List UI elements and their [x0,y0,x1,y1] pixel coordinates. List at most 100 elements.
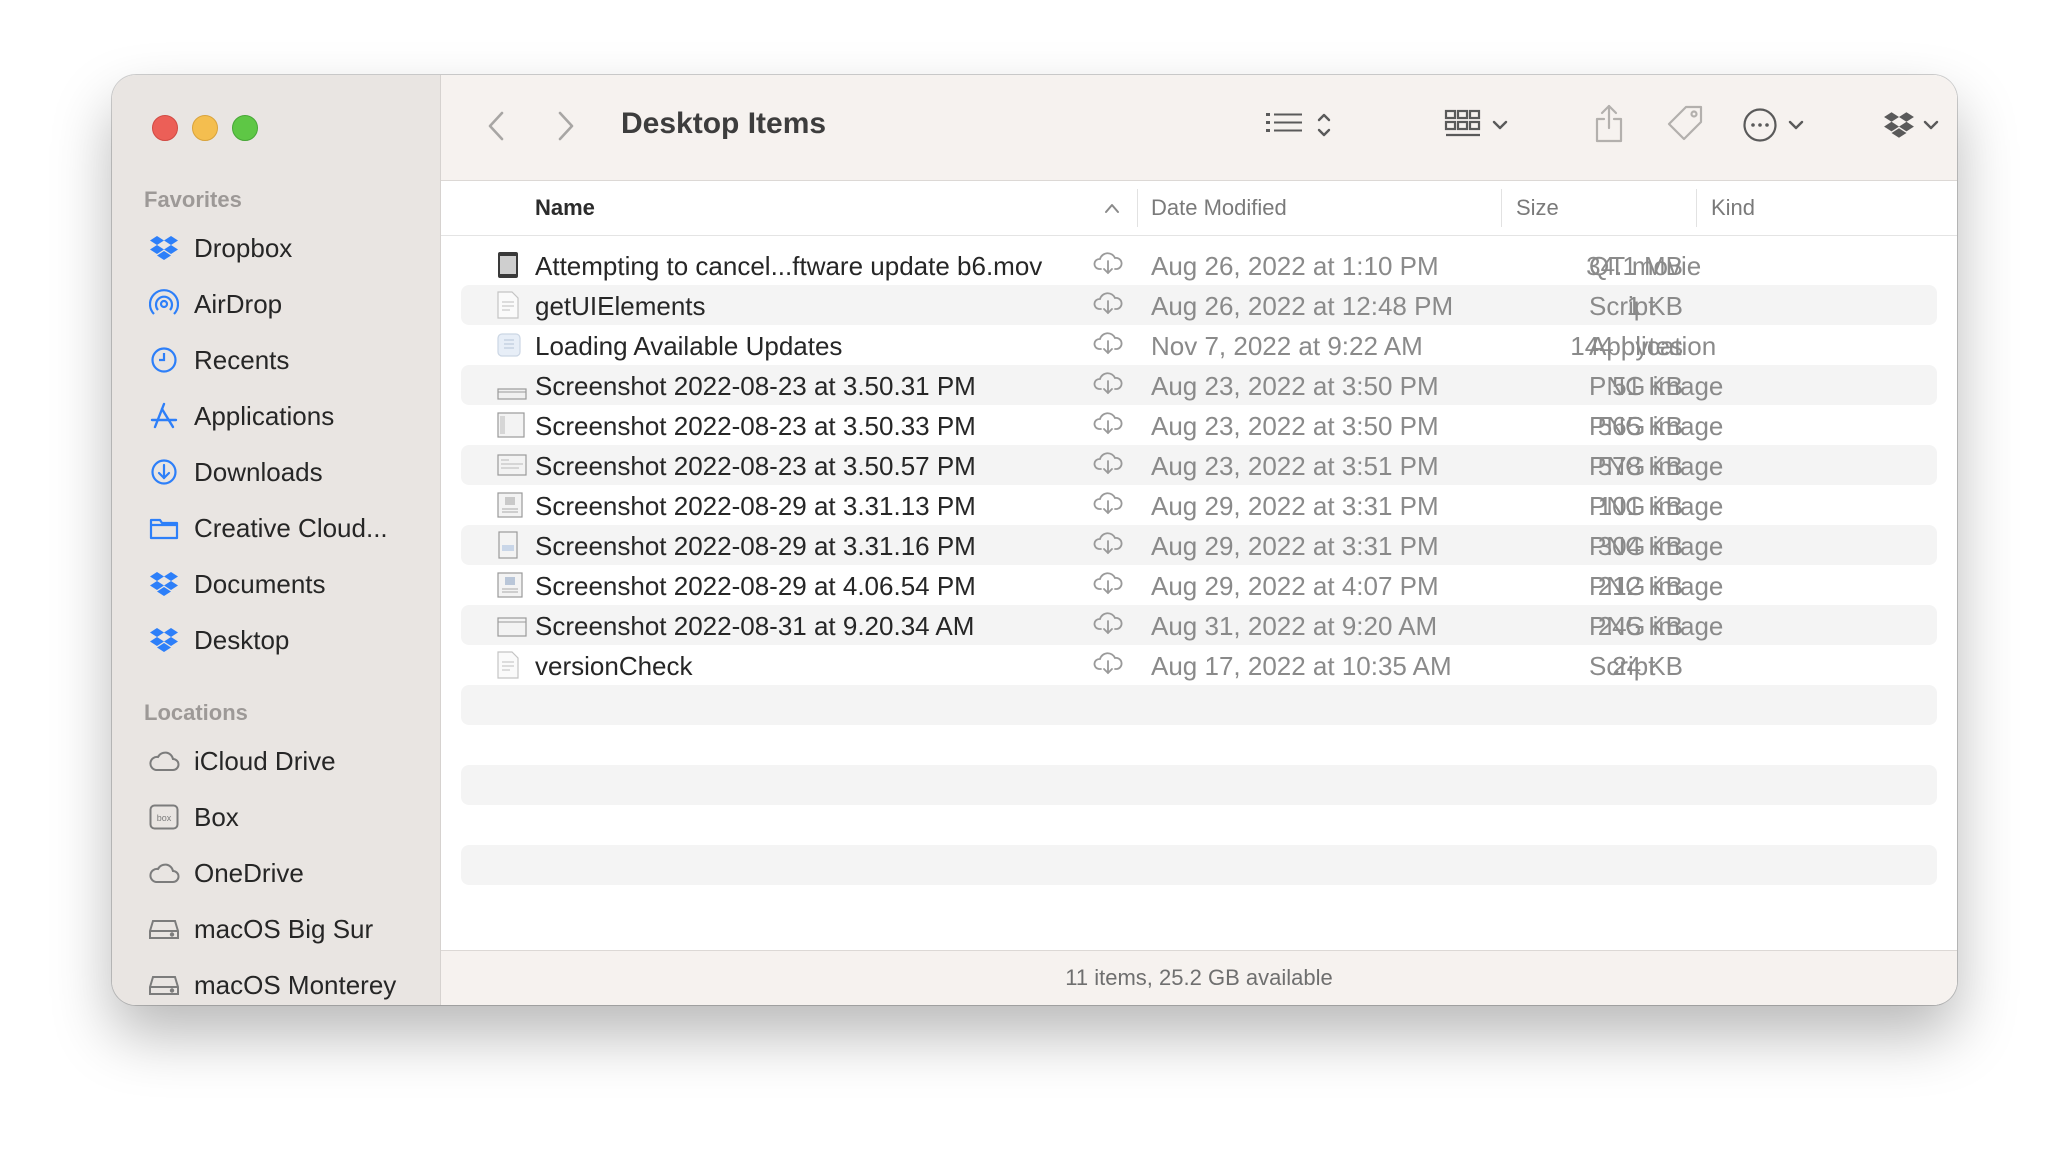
file-kind: Script [1589,291,1656,321]
sidebar: Favorites Dropbox AirDrop Recents Applic… [112,75,441,1005]
dropbox-menu-button[interactable] [1875,105,1947,149]
sidebar-item-creative-cloud[interactable]: Creative Cloud... [148,506,388,550]
cloud-download-icon[interactable] [1093,371,1123,402]
box-icon: box [148,801,180,833]
file-kind: PNG image [1589,571,1724,601]
cloud-download-icon[interactable] [1093,651,1123,682]
file-name: Screenshot 2022-08-31 at 9.20.34 AM [535,611,975,641]
empty-row [461,725,1937,765]
column-separator[interactable] [1137,189,1138,227]
disk-icon [148,969,180,1001]
image-file-icon [497,614,527,642]
sidebar-item-desktop[interactable]: Desktop [148,618,289,662]
empty-row [461,685,1937,725]
file-name: Screenshot 2022-08-23 at 3.50.33 PM [535,411,976,441]
file-kind: PNG image [1589,491,1724,521]
file-kind: PNG image [1589,531,1724,561]
file-name: getUIElements [535,291,706,321]
table-row[interactable]: Attempting to cancel...ftware update b6.… [461,245,1937,285]
table-row[interactable]: Screenshot 2022-08-23 at 3.50.33 PM Aug … [461,405,1937,445]
cloud-download-icon[interactable] [1093,251,1123,282]
tag-button[interactable] [1663,103,1707,147]
group-button[interactable] [1436,105,1516,149]
table-row[interactable]: Screenshot 2022-08-29 at 3.31.16 PM Aug … [461,525,1937,565]
table-row[interactable]: versionCheck Aug 17, 2022 at 10:35 AM 24… [461,645,1937,685]
sidebar-item-label: macOS Monterey [194,969,397,1000]
main-content: Desktop Items Name Date Modified Size Ki… [441,75,1957,1005]
column-name[interactable]: Name [535,195,595,221]
clock-icon [148,344,180,376]
action-menu-button[interactable] [1733,105,1813,149]
sidebar-item-downloads[interactable]: Downloads [148,450,323,494]
movie-file-icon [497,251,519,279]
file-name: Loading Available Updates [535,331,843,361]
sidebar-item-label: Desktop [194,624,290,655]
file-date: Aug 29, 2022 at 4:07 PM [1151,571,1439,601]
cloud-download-icon[interactable] [1093,611,1123,642]
file-date: Aug 23, 2022 at 3:50 PM [1151,371,1439,401]
sidebar-item-onedrive[interactable]: OneDrive [148,851,304,895]
sidebar-item-applications[interactable]: Applications [148,394,334,438]
empty-row [461,885,1937,925]
table-row[interactable]: Screenshot 2022-08-23 at 3.50.31 PM Aug … [461,365,1937,405]
sidebar-item-macos-big-sur[interactable]: macOS Big Sur [148,907,373,951]
file-kind: QT movie [1589,251,1702,281]
updown-chevron-icon [1316,110,1332,145]
column-date-modified[interactable]: Date Modified [1151,195,1287,221]
cloud-download-icon[interactable] [1093,411,1123,442]
sidebar-item-label: Downloads [194,456,323,487]
column-size[interactable]: Size [1516,195,1559,221]
back-button[interactable] [479,109,513,147]
forward-button[interactable] [549,109,583,147]
table-row[interactable]: Screenshot 2022-08-23 at 3.50.57 PM Aug … [461,445,1937,485]
sidebar-item-airdrop[interactable]: AirDrop [148,282,282,326]
table-row[interactable]: Screenshot 2022-08-31 at 9.20.34 AM Aug … [461,605,1937,645]
list-view-icon [1266,111,1304,144]
file-date: Aug 31, 2022 at 9:20 AM [1151,611,1438,641]
sidebar-item-recents[interactable]: Recents [148,338,289,382]
file-kind: PNG image [1589,371,1724,401]
dropbox-icon [148,568,180,600]
sidebar-item-dropbox[interactable]: Dropbox [148,226,292,270]
sidebar-item-icloud-drive[interactable]: iCloud Drive [148,739,336,783]
column-header: Name Date Modified Size Kind [441,181,1957,236]
column-kind[interactable]: Kind [1711,195,1755,221]
cloud-download-icon[interactable] [1093,491,1123,522]
file-date: Aug 29, 2022 at 3:31 PM [1151,491,1439,521]
application-file-icon [497,331,521,359]
table-row[interactable]: getUIElements Aug 26, 2022 at 12:48 PM 1… [461,285,1937,325]
sidebar-item-label: OneDrive [194,857,304,888]
column-separator[interactable] [1501,189,1502,227]
file-list: Attempting to cancel...ftware update b6.… [461,245,1937,925]
sidebar-item-documents[interactable]: Documents [148,562,326,606]
image-file-icon [497,491,523,519]
image-file-icon [497,531,519,559]
zoom-button[interactable] [232,115,258,141]
dropbox-icon [1883,111,1915,144]
cloud-download-icon[interactable] [1093,531,1123,562]
applications-icon [148,400,180,432]
cloud-download-icon[interactable] [1093,291,1123,322]
share-button[interactable] [1589,101,1629,149]
sort-ascending-icon[interactable] [1103,201,1121,219]
cloud-download-icon[interactable] [1093,451,1123,482]
cloud-download-icon[interactable] [1093,571,1123,602]
cloud-download-icon[interactable] [1093,331,1123,362]
table-row[interactable]: Loading Available Updates Nov 7, 2022 at… [461,325,1937,365]
sidebar-item-label: Creative Cloud... [194,512,388,543]
column-separator[interactable] [1696,189,1697,227]
file-date: Aug 29, 2022 at 3:31 PM [1151,531,1439,561]
table-row[interactable]: Screenshot 2022-08-29 at 4.06.54 PM Aug … [461,565,1937,605]
sidebar-item-label: Dropbox [194,232,293,263]
sidebar-item-macos-monterey[interactable]: macOS Monterey [148,963,396,1005]
sidebar-item-label: macOS Big Sur [194,913,374,944]
cloud-icon [148,857,180,889]
table-row[interactable]: Screenshot 2022-08-29 at 3.31.13 PM Aug … [461,485,1937,525]
sidebar-item-label: Box [194,801,239,832]
file-date: Nov 7, 2022 at 9:22 AM [1151,331,1423,361]
close-button[interactable] [152,115,178,141]
minimize-button[interactable] [192,115,218,141]
view-options-button[interactable] [1259,105,1339,149]
sidebar-item-box[interactable]: box Box [148,795,239,839]
file-kind: Application [1589,331,1717,361]
